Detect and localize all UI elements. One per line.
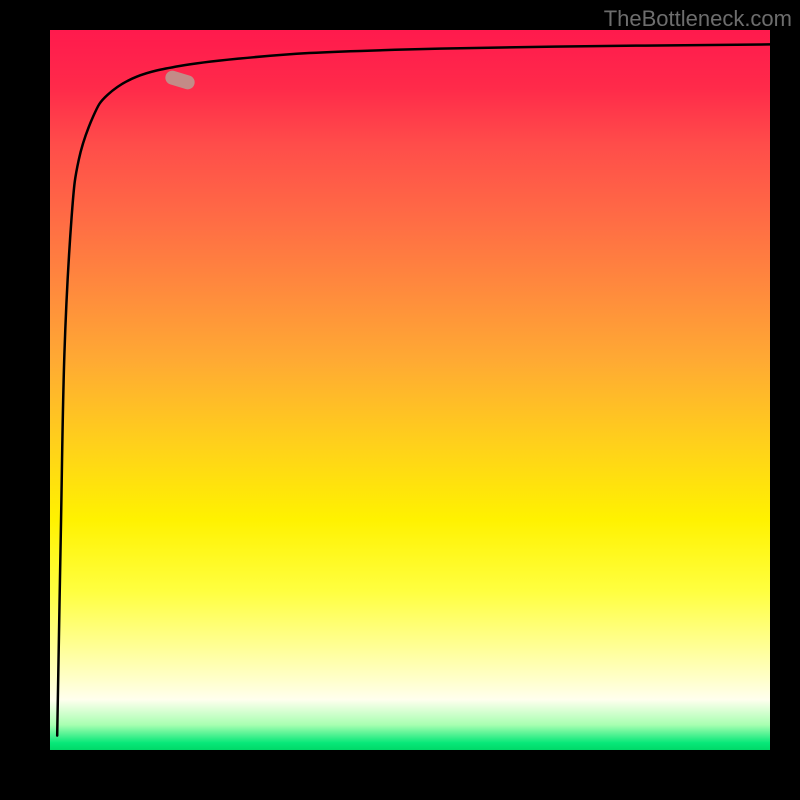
plot-area xyxy=(50,30,770,750)
bottleneck-curve xyxy=(50,30,770,750)
curve-path xyxy=(57,44,770,735)
curve-marker xyxy=(163,69,196,91)
watermark-text: TheBottleneck.com xyxy=(604,6,792,32)
chart-stage: TheBottleneck.com xyxy=(0,0,800,800)
